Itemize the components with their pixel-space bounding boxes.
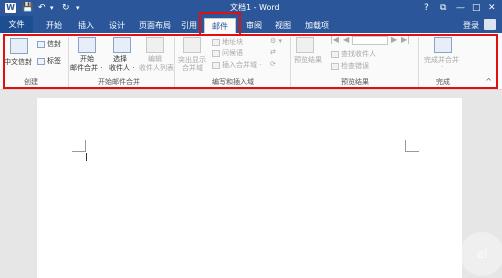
group-label-finish: 完成 [436, 78, 450, 86]
start-mail-merge-icon [78, 37, 96, 53]
select-recipients-label-2[interactable]: 收件人 · [109, 63, 134, 73]
crop-mark-top-left [72, 140, 86, 152]
group-label-create: 创建 [24, 78, 38, 86]
edit-recipient-list-label-2[interactable]: 收件人列表 [139, 63, 174, 73]
envelope-label: 信封 [47, 40, 61, 48]
crop-mark-top-right [405, 140, 419, 152]
collapse-ribbon-icon[interactable]: ^ [485, 77, 492, 86]
rules-icon[interactable]: ⚙ ▾ [270, 37, 282, 45]
document-page[interactable] [37, 98, 462, 278]
save-icon[interactable]: 💾 [22, 2, 33, 14]
tab-layout[interactable]: 页面布局 [135, 18, 175, 33]
chinese-envelope-button[interactable]: 中文信封 [4, 57, 32, 67]
tab-home[interactable]: 开始 [40, 18, 68, 33]
customize-qat-icon[interactable]: ▾ [76, 2, 80, 14]
insert-merge-field-button[interactable]: 插入合并域 · [212, 60, 261, 70]
envelope-button[interactable]: 信封 [37, 39, 61, 49]
greeting-line-icon [212, 49, 220, 57]
next-record-icon[interactable]: ▶ [391, 35, 397, 44]
group-separator [174, 37, 175, 87]
group-label-write-insert-fields: 编写和插入域 [212, 78, 254, 86]
preview-results-icon [296, 37, 314, 53]
tab-insert[interactable]: 插入 [72, 18, 100, 33]
previous-record-icon[interactable]: ◀ [343, 35, 349, 44]
address-block-button[interactable]: 地址块 [212, 37, 243, 47]
login-link[interactable]: 登录 [463, 18, 479, 33]
tab-references[interactable]: 引用 [178, 18, 200, 33]
tab-mailings[interactable]: 邮件 [204, 18, 236, 33]
text-cursor [86, 153, 87, 161]
record-number-field[interactable] [352, 36, 388, 45]
check-errors-button[interactable]: 检查错误 [331, 61, 369, 71]
group-separator [290, 37, 291, 87]
edit-recipient-list-icon [146, 37, 164, 53]
tab-review[interactable]: 审阅 [241, 18, 267, 33]
highlight-merge-fields-label-2[interactable]: 合并域 [182, 63, 203, 73]
chinese-envelope-icon [10, 38, 28, 54]
finish-merge-icon [434, 37, 452, 53]
restore-button[interactable]: □ [472, 2, 481, 14]
match-fields-icon[interactable]: ⇄ [270, 48, 276, 56]
labels-icon [37, 57, 45, 65]
envelope-icon [37, 40, 45, 48]
highlight-merge-fields-icon [183, 37, 201, 53]
check-errors-icon [331, 62, 339, 70]
find-recipient-icon [331, 50, 339, 58]
tab-addins[interactable]: 加载项 [300, 18, 334, 33]
address-block-label: 地址块 [222, 38, 243, 46]
document-title: 文档1 - Word [230, 3, 280, 12]
labels-label: 标签 [47, 57, 61, 65]
finish-merge-dropdown[interactable]: · [441, 63, 443, 71]
word-logo-icon: W [5, 3, 16, 13]
tab-view[interactable]: 视图 [271, 18, 295, 33]
document-area [0, 90, 502, 278]
group-separator [68, 37, 69, 87]
greeting-line-label: 问候语 [222, 49, 243, 57]
update-labels-icon[interactable]: ⟳ [270, 60, 276, 68]
group-label-preview-results: 预览结果 [341, 78, 369, 86]
greeting-line-button[interactable]: 问候语 [212, 48, 243, 58]
find-recipient-label: 查找收件人 [341, 50, 376, 58]
preview-results-button[interactable]: 预览结果 [294, 55, 322, 65]
find-recipient-button[interactable]: 查找收件人 [331, 49, 376, 59]
group-separator [418, 37, 419, 87]
insert-merge-field-label: 插入合并域 · [222, 61, 262, 69]
undo-icon[interactable]: ↶ [38, 2, 46, 14]
start-mail-merge-label-2[interactable]: 邮件合并 · [70, 63, 102, 73]
labels-button[interactable]: 标签 [37, 56, 61, 66]
help-button[interactable]: ? [424, 2, 429, 14]
undo-dropdown-icon[interactable]: ▾ [50, 2, 54, 14]
ribbon-tab-bar: 文件 开始 插入 设计 页面布局 引用 邮件 审阅 视图 加载项 登录 [0, 16, 502, 33]
insert-merge-field-icon [212, 61, 220, 69]
redo-icon[interactable]: ↻ [62, 2, 70, 14]
ribbon-display-options-icon[interactable]: ⧉ [440, 2, 446, 14]
last-record-icon[interactable]: ▶| [401, 35, 410, 44]
title-bar: W 💾 ↶ ▾ ↻ ▾ 文档1 - Word ? ⧉ — □ ✕ [0, 0, 502, 16]
close-button[interactable]: ✕ [488, 2, 496, 14]
check-errors-label: 检查错误 [341, 62, 369, 70]
tab-file[interactable]: 文件 [0, 16, 33, 33]
watermark: el [460, 232, 502, 276]
minimize-button[interactable]: — [456, 2, 465, 14]
select-recipients-icon [113, 37, 131, 53]
address-block-icon [212, 38, 220, 46]
tab-design[interactable]: 设计 [103, 18, 131, 33]
ribbon-panel: 中文信封 信封 标签 创建 开始 邮件合并 · 选择 收件人 · 编辑 收件人列… [0, 33, 502, 90]
group-label-start-mail-merge: 开始邮件合并 [98, 78, 140, 86]
first-record-icon[interactable]: |◀ [330, 35, 339, 44]
user-icon[interactable] [484, 19, 496, 30]
